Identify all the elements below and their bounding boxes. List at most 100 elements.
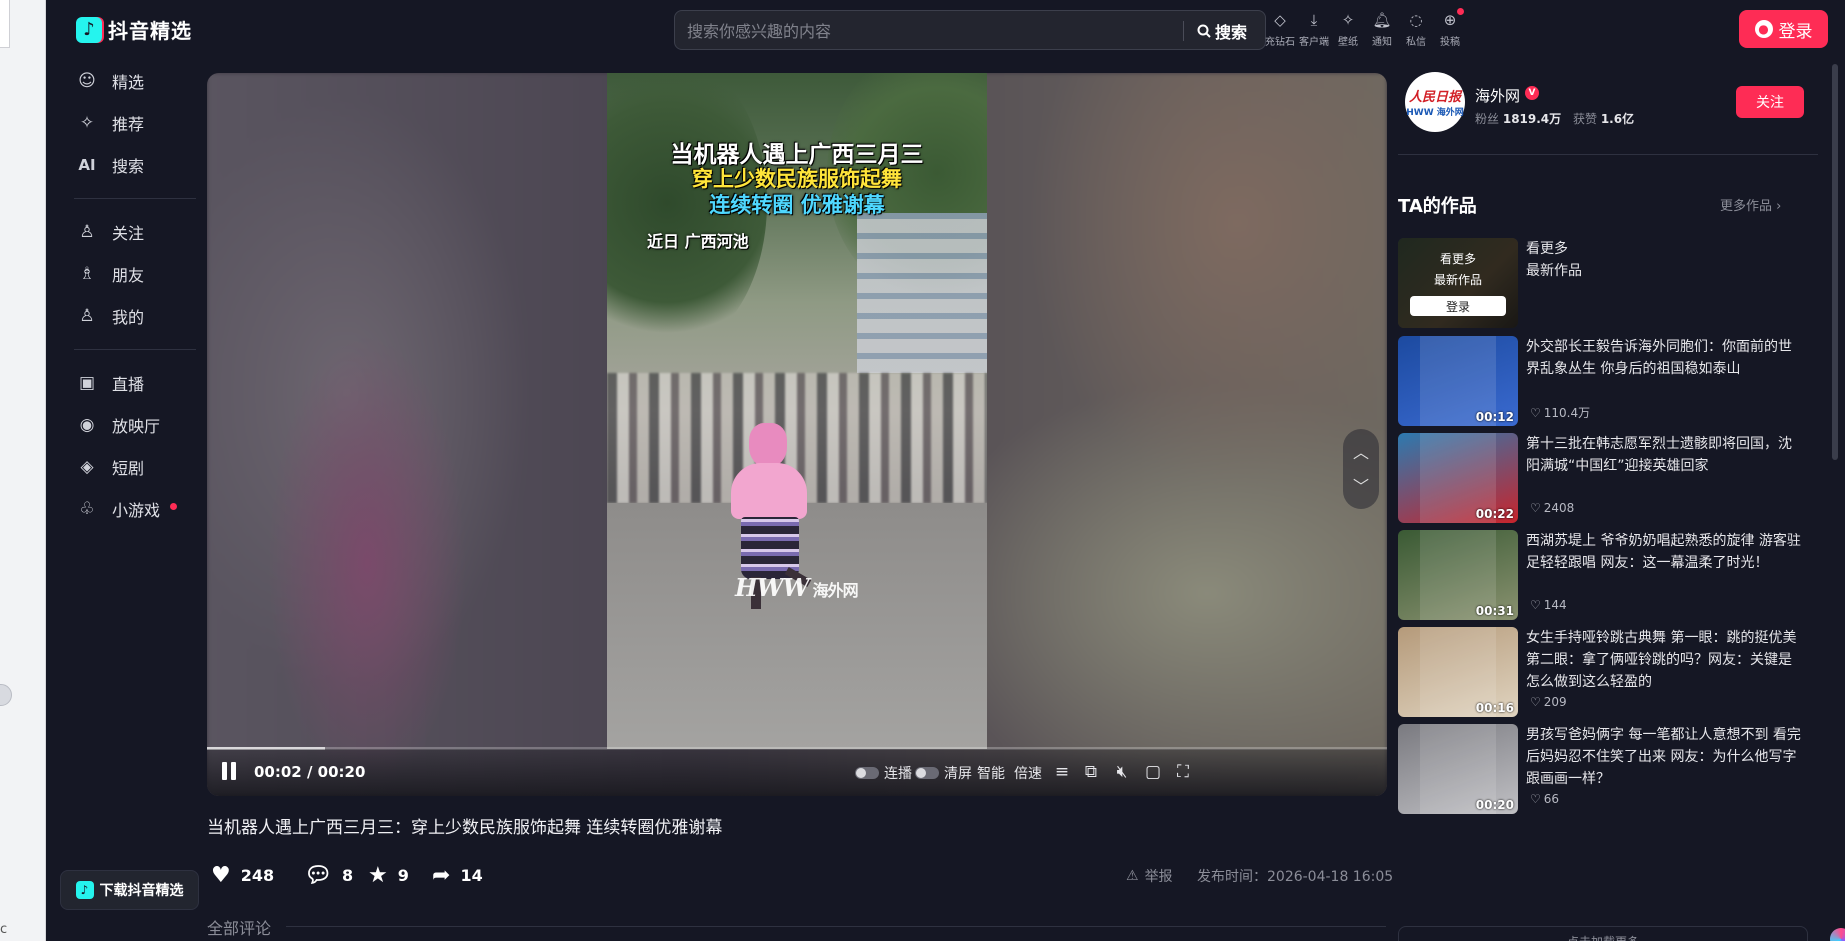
work-item[interactable]: 00:16 女生手持哑铃跳古典舞 第一眼：跳的挺优美 第二眼：拿了俩哑铃跳的吗？网… [1398,627,1808,719]
sidebar-item-drama[interactable]: ◈ 短剧 [66,446,204,488]
follow-button[interactable]: 关注 [1736,86,1804,118]
search-input[interactable] [687,19,1167,43]
work-likes: ♡ 66 [1530,792,1559,806]
work-title: 女生手持哑铃跳古典舞 第一眼：跳的挺优美 第二眼：拿了俩哑铃跳的吗？网友：关键是… [1526,630,1797,690]
follow-icon: ♙ [79,222,95,242]
author-stats: 粉丝 1819.4万 获赞 1.6亿 [1475,110,1642,127]
divider [74,349,196,350]
load-more-button[interactable]: 点击加载更多 [1398,926,1808,941]
sidebar-item-label: 推荐 [112,115,145,134]
search-icon [1197,24,1211,38]
featured-icon: ☺ [78,71,96,91]
picture-in-picture-icon[interactable]: ⧉ [1079,761,1103,783]
overlay-text: 看更多 [1439,252,1476,266]
quality-button[interactable]: 智能 [977,763,1005,783]
video-title: 当机器人遇上广西三月三：穿上少数民族服饰起舞 连续转圈优雅谢幕 [207,818,723,838]
window-stub [0,0,10,48]
watermark-text: 海外网 [812,581,859,600]
work-like-count: 209 [1543,695,1567,709]
fullscreen-icon[interactable]: ⛶ [1171,761,1195,783]
divider [74,198,196,199]
speed-label: 倍速 [1014,766,1042,782]
sidebar-item-label: 放映厅 [112,417,161,436]
chevron-up-icon: ︿ [1352,443,1369,462]
sidebar-item-search[interactable]: AI 搜索 [66,144,204,186]
work-duration: 00:20 [1475,798,1514,812]
thumbnail: 00:31 [1398,530,1518,620]
work-item[interactable]: 00:20 男孩写爸妈俩字 每一笔都让人意想不到 看完后妈妈忍不住笑了出来 网友：… [1398,724,1808,816]
share-icon: ➦ [432,863,451,888]
playlist-icon[interactable]: ≡ [1050,761,1074,783]
sidebar-item-recommend[interactable]: ✧ 推荐 [66,102,204,144]
mute-icon[interactable]: 🔇︎ [1110,761,1134,783]
tool-upload[interactable]: ⊕ 投稿 [1430,8,1470,48]
work-item[interactable]: 00:31 西湖苏堤上 爷爷奶奶唱起熟悉的旋律 游客驻足轻轻跟唱 网友：这一幕温柔… [1398,530,1808,622]
thumbnail: 00:22 [1398,433,1518,523]
sidebar-item-featured[interactable]: ☺ 精选 [66,60,204,102]
share-button[interactable]: ➦ 14 [432,863,483,888]
autoplay-label: 连播 [884,766,912,782]
verified-icon: V [1525,86,1539,100]
likes-label: 获赞 [1572,112,1597,126]
author-panel: 人民日报 HWW 海外网 海外网 V 粉丝 1819.4万 获赞 1.6亿 关注… [1398,64,1818,941]
overlay-login-button[interactable]: 登录 [1410,296,1506,316]
playback-time: 00:02 / 00:20 [254,763,366,781]
game-icon: ♧ [79,499,95,519]
work-item[interactable]: 00:22 第十三批在韩志愿军烈士遗骸即将回国，沈阳满城“中国红”迎接英雄回家 ♡ 2… [1398,433,1808,525]
download-label: 下载抖音精选 [99,883,184,899]
like-button[interactable]: ♥ 248 [211,863,274,888]
browser-left-edge: c [0,0,46,941]
heart-outline-icon: ♡ [1530,792,1541,806]
sidebar-item-mine[interactable]: ♙ 我的 [66,295,204,337]
sidebar-item-label: 精选 [112,73,145,92]
user-icon: ● [1754,20,1773,38]
chevron-right-icon: › [1776,199,1782,214]
next-video-button[interactable]: ﹀ [1343,473,1379,497]
sidebar-item-live[interactable]: ▣ 直播 [66,362,204,404]
logo[interactable]: ♪ 抖音精选 [76,15,192,44]
pause-button[interactable] [222,762,238,780]
favorite-button[interactable]: ★ 9 [368,863,409,888]
sidebar-item-friends[interactable]: ♗ 朋友 [66,253,204,295]
work-item[interactable]: 00:12 外交部长王毅告诉海外同胞们：你面前的世界乱象丛生 你身后的祖国稳如泰山… [1398,336,1808,428]
work-like-count: 66 [1543,792,1560,806]
blurred-background-accent [267,333,467,793]
warning-icon: ⚠ [1126,868,1139,884]
report-button[interactable]: ⚠ 举报 [1126,866,1173,886]
work-likes: ♡ 144 [1530,598,1567,612]
video-player[interactable]: 当机器人遇上广西三月三 穿上少数民族服饰起舞 连续转圈 优雅谢幕 近日 广西河池… [207,73,1387,796]
overlay-text: 最新作品 [1433,273,1482,287]
thumbnail: 00:16 [1398,627,1518,717]
clear-screen-toggle[interactable]: 清屏 [915,763,972,783]
watermark: HWW 海外网 [735,573,859,602]
more-works-link[interactable]: 更多作品 › [1720,195,1781,214]
sidebar-item-theater[interactable]: ◉ 放映厅 [66,404,204,446]
web-fullscreen-icon[interactable]: ▢ [1141,761,1165,783]
avatar-stub [0,684,12,706]
share-count: 14 [460,866,483,885]
speed-button[interactable]: 倍速 [1014,763,1042,783]
login-button[interactable]: ● 登录 [1739,10,1828,48]
sidebar-item-follow[interactable]: ♙ 关注 [66,211,204,253]
robot-body [731,463,807,519]
ai-search-icon: AI [78,156,96,174]
author-name[interactable]: 海外网 [1475,85,1520,106]
autoplay-toggle[interactable]: 连播 [855,763,912,783]
previous-video-button[interactable]: ︿ [1343,439,1379,463]
comment-count: 8 [341,866,354,885]
work-likes: ♡ 2408 [1530,501,1574,515]
sidebar-item-games[interactable]: ♧ 小游戏 [66,488,204,530]
avatar[interactable]: 人民日报 HWW 海外网 [1405,72,1465,132]
heart-outline-icon: ♡ [1530,598,1541,612]
search-button[interactable]: 搜索 [1197,19,1247,43]
douyin-logo-icon: ♪ [76,16,102,43]
login-promo-card[interactable]: 看更多 最新作品 登录 看更多 最新作品 [1398,238,1808,330]
avatar-text: 人民日报 [1408,90,1461,105]
heart-icon: ♥ [211,863,231,888]
profile-icon: ♙ [79,306,95,326]
comment-button[interactable]: 💬︎ 8 [304,863,353,888]
watermark-logo: HWW [735,573,810,602]
video-switcher: ︿ ﹀ [1343,429,1379,509]
scrollbar[interactable] [1832,64,1838,460]
download-app-button[interactable]: ♪ 下载抖音精选 [60,870,199,910]
